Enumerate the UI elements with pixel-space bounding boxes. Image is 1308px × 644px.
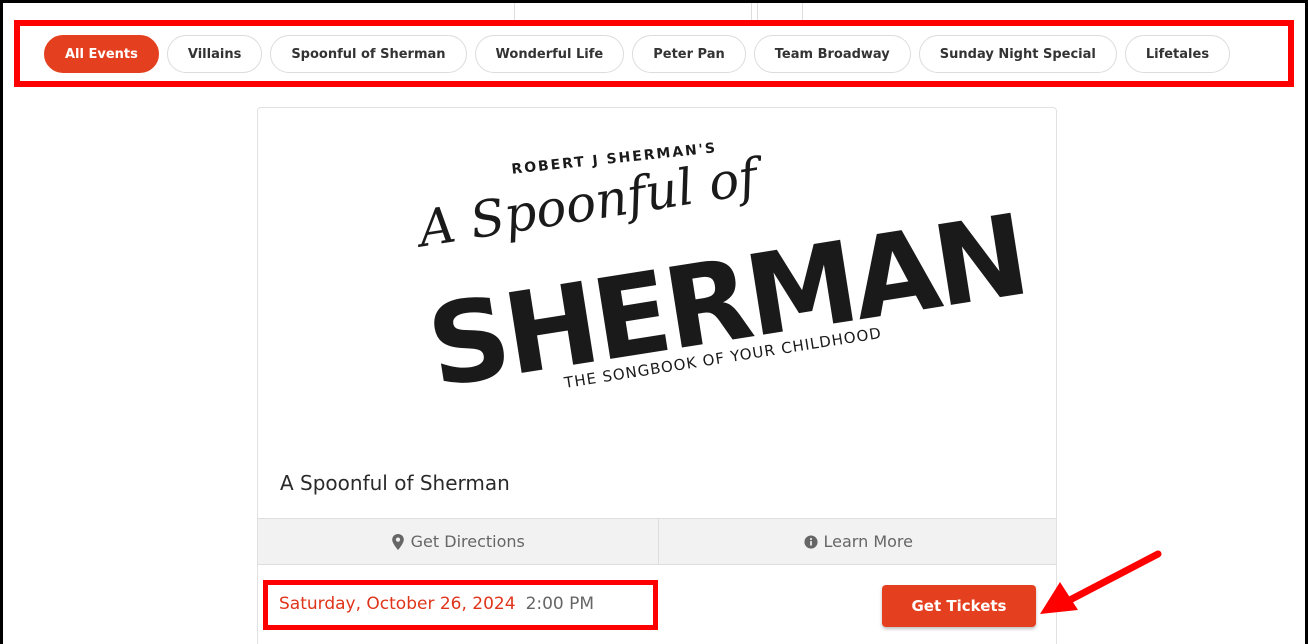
get-directions-button[interactable]: Get Directions — [258, 519, 658, 564]
date-highlight — [263, 580, 658, 630]
header-remnant — [514, 0, 752, 20]
get-tickets-button[interactable]: Get Tickets — [882, 585, 1036, 627]
filter-bar-highlight — [14, 20, 1294, 87]
event-poster-image[interactable]: ROBERT J SHERMAN'S A Spoonful of SHERMAN… — [258, 108, 1057, 448]
event-actions: Get Directions Learn More — [258, 518, 1057, 565]
header-remnant — [757, 0, 803, 20]
event-title[interactable]: A Spoonful of Sherman — [280, 471, 510, 495]
map-marker-icon — [391, 533, 404, 550]
pointer-arrow-icon — [1040, 550, 1162, 614]
learn-more-button[interactable]: Learn More — [657, 519, 1057, 564]
info-circle-icon — [803, 534, 818, 549]
event-card: ROBERT J SHERMAN'S A Spoonful of SHERMAN… — [257, 107, 1057, 644]
learn-more-label: Learn More — [823, 532, 913, 551]
get-directions-label: Get Directions — [410, 532, 525, 551]
